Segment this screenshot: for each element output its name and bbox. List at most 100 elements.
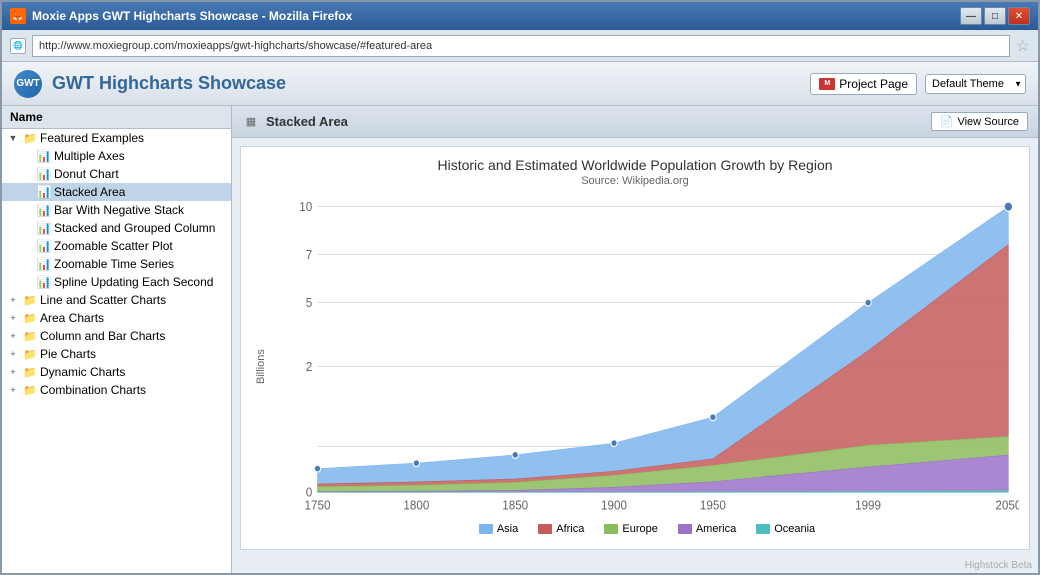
spacer xyxy=(20,275,34,289)
spacer xyxy=(20,257,34,271)
legend-label-asia: Asia xyxy=(497,523,518,535)
svg-text:1950: 1950 xyxy=(700,498,726,512)
folder-icon-line: 📁 xyxy=(22,293,38,307)
sidebar-label-combination: Combination Charts xyxy=(40,383,227,397)
legend-color-europe xyxy=(604,524,618,534)
sidebar-item-pie[interactable]: + 📁 Pie Charts xyxy=(2,345,231,363)
sidebar-label-featured: Featured Examples xyxy=(40,131,227,145)
folder-icon-dynamic: 📁 xyxy=(22,365,38,379)
chart-icon-multiple: 📊 xyxy=(36,149,52,163)
svg-text:1900: 1900 xyxy=(601,498,627,512)
sidebar-item-featured-examples[interactable]: ▼ 📁 Featured Examples xyxy=(2,129,231,147)
legend-color-asia xyxy=(479,524,493,534)
folder-icon-combo: 📁 xyxy=(22,383,38,397)
chart-icon-donut: 📊 xyxy=(36,167,52,181)
legend-label-oceania: Oceania xyxy=(774,523,815,535)
legend-item-oceania[interactable]: Oceania xyxy=(756,523,815,535)
sidebar-item-stacked-area[interactable]: 📊 Stacked Area xyxy=(2,183,231,201)
legend-color-africa xyxy=(538,524,552,534)
chart-icon-scatter: 📊 xyxy=(36,239,52,253)
sidebar-item-line-scatter[interactable]: + 📁 Line and Scatter Charts xyxy=(2,291,231,309)
chart-panel-title: Stacked Area xyxy=(266,114,931,129)
chart-subtitle: Source: Wikipedia.org xyxy=(251,175,1019,187)
expand-icon-dynamic: + xyxy=(6,365,20,379)
legend-item-africa[interactable]: Africa xyxy=(538,523,584,535)
sidebar-item-spline[interactable]: 📊 Spline Updating Each Second xyxy=(2,273,231,291)
view-source-label: View Source xyxy=(957,116,1019,128)
close-button[interactable]: ✕ xyxy=(1008,7,1030,25)
source-icon: 📄 xyxy=(940,115,954,128)
sidebar-item-zoomable-time[interactable]: 📊 Zoomable Time Series xyxy=(2,255,231,273)
minimize-button[interactable]: — xyxy=(960,7,982,25)
svg-text:1750: 1750 xyxy=(305,498,331,512)
project-page-label: Project Page xyxy=(839,77,908,91)
address-input[interactable] xyxy=(32,35,1010,57)
legend-color-america xyxy=(678,524,692,534)
expand-icon: ▼ xyxy=(6,131,20,145)
sidebar-item-dynamic[interactable]: + 📁 Dynamic Charts xyxy=(2,363,231,381)
chart-icon-time: 📊 xyxy=(36,257,52,271)
sidebar-item-column-bar[interactable]: + 📁 Column and Bar Charts xyxy=(2,327,231,345)
chart-icon-bar: 📊 xyxy=(36,203,52,217)
spacer xyxy=(20,149,34,163)
sidebar-label-line-scatter: Line and Scatter Charts xyxy=(40,293,227,307)
sidebar-label-spline: Spline Updating Each Second xyxy=(54,275,227,289)
sidebar-label-dynamic: Dynamic Charts xyxy=(40,365,227,379)
project-page-button[interactable]: M Project Page xyxy=(810,73,917,95)
svg-text:10: 10 xyxy=(299,200,312,214)
highstock-credit: Highstock Beta xyxy=(232,558,1038,573)
sidebar-label-area-charts: Area Charts xyxy=(40,311,227,325)
folder-icon-pie: 📁 xyxy=(22,347,38,361)
folder-icon: 📁 xyxy=(22,131,38,145)
sidebar-label-stacked-area: Stacked Area xyxy=(54,185,227,199)
svg-text:1800: 1800 xyxy=(403,498,429,512)
sidebar-item-area-charts[interactable]: + 📁 Area Charts xyxy=(2,309,231,327)
sidebar-label-donut: Donut Chart xyxy=(54,167,227,181)
sidebar-label-bar-negative: Bar With Negative Stack xyxy=(54,203,227,217)
spacer xyxy=(20,203,34,217)
sidebar-item-zoomable-scatter[interactable]: 📊 Zoomable Scatter Plot xyxy=(2,237,231,255)
app-logo: GWT xyxy=(14,70,42,98)
browser-icon: 🦊 xyxy=(10,8,26,24)
sidebar-item-stacked-grouped[interactable]: 📊 Stacked and Grouped Column xyxy=(2,219,231,237)
svg-text:1850: 1850 xyxy=(502,498,528,512)
spacer xyxy=(20,239,34,253)
sidebar-label-zoomable-scatter: Zoomable Scatter Plot xyxy=(54,239,227,253)
theme-select[interactable]: Default Theme Dark Theme Light Theme xyxy=(925,74,1026,94)
chart-icon-spline: 📊 xyxy=(36,275,52,289)
expand-icon-area: + xyxy=(6,311,20,325)
app-title: GWT Highcharts Showcase xyxy=(52,73,810,94)
sidebar-item-bar-negative[interactable]: 📊 Bar With Negative Stack xyxy=(2,201,231,219)
legend-label-america: America xyxy=(696,523,736,535)
y-axis-label: Billions xyxy=(251,195,271,539)
svg-text:2: 2 xyxy=(306,360,313,374)
sidebar-item-donut-chart[interactable]: 📊 Donut Chart xyxy=(2,165,231,183)
project-icon: M xyxy=(819,78,835,90)
sidebar-item-multiple-axes[interactable]: 📊 Multiple Axes xyxy=(2,147,231,165)
sidebar-label-multiple-axes: Multiple Axes xyxy=(54,149,227,163)
svg-text:7: 7 xyxy=(306,248,313,262)
sidebar-label-column-bar: Column and Bar Charts xyxy=(40,329,227,343)
chart-icon-stacked-area: 📊 xyxy=(36,185,52,199)
expand-icon-pie: + xyxy=(6,347,20,361)
sidebar-header: Name xyxy=(2,106,231,129)
spacer xyxy=(20,167,34,181)
chart-title: Historic and Estimated Worldwide Populat… xyxy=(251,157,1019,173)
expand-icon-line: + xyxy=(6,293,20,307)
sidebar-label-pie: Pie Charts xyxy=(40,347,227,361)
expand-icon-combo: + xyxy=(6,383,20,397)
legend-item-asia[interactable]: Asia xyxy=(479,523,518,535)
legend-item-europe[interactable]: Europe xyxy=(604,523,657,535)
legend-label-africa: Africa xyxy=(556,523,584,535)
spacer xyxy=(20,185,34,199)
sidebar-label-stacked-grouped: Stacked and Grouped Column xyxy=(54,221,227,235)
view-source-button[interactable]: 📄 View Source xyxy=(931,112,1028,131)
chart-icon-grouped: 📊 xyxy=(36,221,52,235)
page-icon: 🌐 xyxy=(10,38,26,54)
legend-item-america[interactable]: America xyxy=(678,523,736,535)
chart-legend: Asia Africa Europe xyxy=(275,515,1019,539)
sidebar-item-combination[interactable]: + 📁 Combination Charts xyxy=(2,381,231,399)
maximize-button[interactable]: □ xyxy=(984,7,1006,25)
folder-icon-area: 📁 xyxy=(22,311,38,325)
bookmark-icon[interactable]: ☆ xyxy=(1016,36,1030,56)
